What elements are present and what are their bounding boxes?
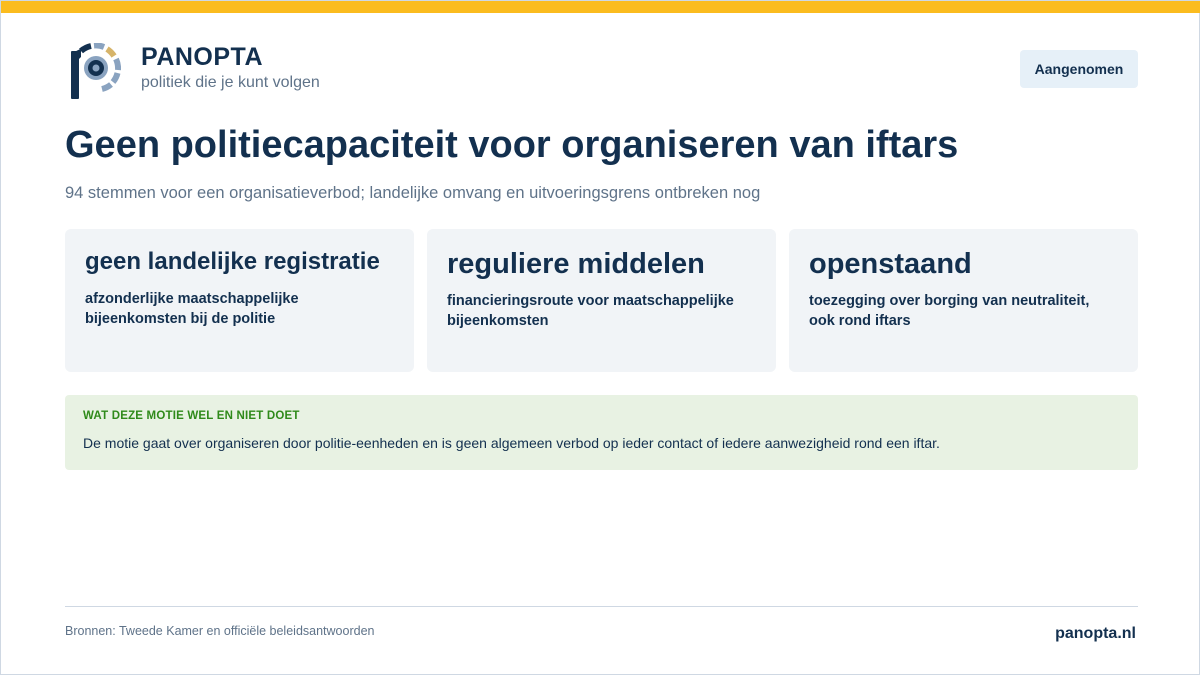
note-label: WAT DEZE MOTIE WEL EN NIET DOET — [83, 410, 300, 422]
share-card: PANOPTA politiek die je kunt volgen Aang… — [0, 0, 1200, 675]
sources-text: Bronnen: Tweede Kamer en officiële belei… — [65, 624, 375, 638]
fact-card-body: afzonderlijke maatschappelijke bijeenkom… — [85, 291, 299, 327]
page-title: Geen politiecapaciteit voor organiseren … — [65, 124, 959, 166]
explanation-note: WAT DEZE MOTIE WEL EN NIET DOET De motie… — [65, 395, 1138, 470]
panopta-eye-logo-icon — [71, 43, 121, 99]
note-text: De motie gaat over organiseren door poli… — [83, 435, 940, 451]
site-domain-link[interactable]: panopta.nl — [1055, 624, 1136, 644]
brand-block[interactable]: PANOPTA politiek die je kunt volgen — [69, 43, 320, 101]
page-subtitle: 94 stemmen voor een organisatieverbod; l… — [65, 184, 761, 202]
brand-name: PANOPTA — [141, 43, 264, 71]
brand-tagline: politiek die je kunt volgen — [141, 74, 320, 91]
footer-divider — [65, 606, 1138, 607]
status-badge[interactable]: Aangenomen — [1020, 50, 1138, 88]
fact-card-heading: reguliere middelen — [447, 248, 705, 280]
fact-card-registration: geen landelijke registratie afzonderlijk… — [65, 229, 414, 372]
fact-card-body: financieringsroute voor maatschappelijke… — [447, 293, 734, 329]
fact-card-commitment: openstaand toezegging over borging van n… — [789, 229, 1138, 372]
fact-card-funding: reguliere middelen financieringsroute vo… — [427, 229, 776, 372]
fact-card-heading: openstaand — [809, 248, 972, 280]
fact-card-body: toezegging over borging van neutraliteit… — [809, 293, 1090, 329]
accent-top-bar — [1, 1, 1200, 13]
fact-card-heading: geen landelijke registratie — [85, 248, 380, 275]
